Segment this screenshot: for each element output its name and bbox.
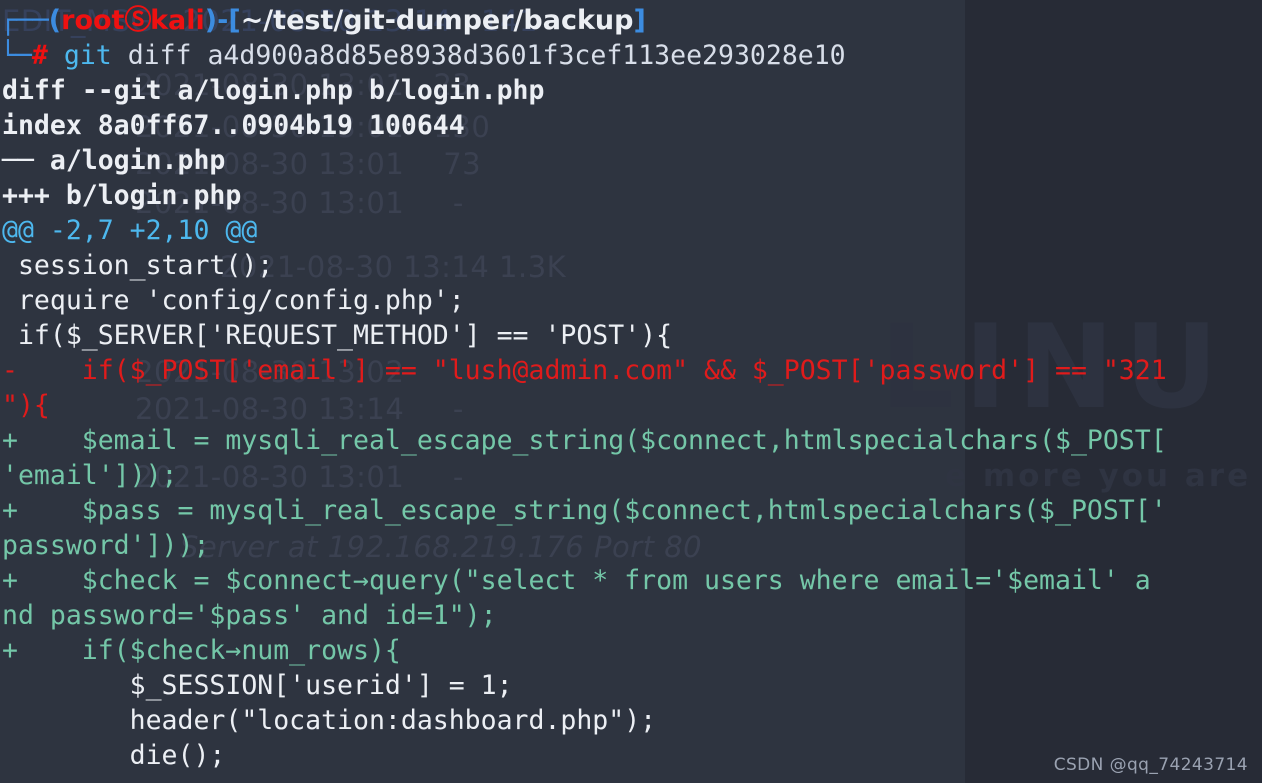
csdn-watermark: CSDN @qq_74243714 [1053, 755, 1248, 775]
shell-prompt-line: ┌──(rootⓈkali)-[~/test/git-dumper/backup… [0, 4, 1262, 38]
diff-line-added: nd password='$pass' and id=1"); [2, 600, 497, 631]
diff-line-context: if($_SERVER['REQUEST_METHOD'] == 'POST')… [2, 320, 673, 351]
command-program: git [63, 40, 112, 71]
diff-line-hunk: @@ -2,7 +2,10 @@ [2, 215, 258, 246]
prompt-host: kali [150, 5, 205, 36]
diff-line-added: password'])); [2, 530, 210, 561]
terminal-output[interactable]: ┌──(rootⓈkali)-[~/test/git-dumper/backup… [0, 0, 1262, 773]
diff-line-header: diff --git a/login.php b/login.php [2, 75, 545, 106]
terminal-window: LINU e more you are EDIT_MSG 2021-08-30 … [0, 0, 1262, 783]
diff-line-added: 'email'])); [2, 460, 178, 491]
prompt-corner-top-icon: ┌── [0, 5, 49, 36]
prompt-close-bracket: ] [633, 5, 646, 36]
diff-line-added: + $check = $connect→query("select * from… [2, 565, 1151, 596]
diff-line-header: +++ b/login.php [2, 180, 242, 211]
prompt-path: ~/test/git-dumper/backup [240, 5, 634, 36]
diff-line-added: + if($check→num_rows){ [2, 635, 401, 666]
prompt-user: root [61, 5, 125, 36]
diff-line-context: session_start(); [2, 250, 274, 281]
diff-line-removed: - if($_POST['email'] == "lush@admin.com"… [2, 355, 1167, 386]
diff-line-context: $_SESSION['userid'] = 1; [2, 670, 513, 701]
diff-line-context: header("location:dashboard.php"); [2, 705, 657, 736]
diff-line-header: index 8a0ff67..0904b19 100644 [2, 110, 465, 141]
diff-line-context: require 'config/config.php'; [2, 285, 465, 316]
command-args: diff a4d900a8d85e8938d3601f3cef113ee2930… [111, 40, 846, 71]
diff-line-header: ── a/login.php [2, 145, 226, 176]
kali-dragon-icon: Ⓢ [124, 5, 152, 36]
prompt-close-paren: ) [204, 5, 218, 36]
prompt-open-paren: ( [48, 5, 62, 36]
prompt-sigil: # [31, 40, 48, 71]
diff-line-added: + $pass = mysqli_real_escape_string($con… [2, 495, 1167, 526]
diff-line-added: + $email = mysqli_real_escape_string($co… [2, 425, 1167, 456]
diff-line-removed: "){ [2, 390, 50, 421]
prompt-dash: - [217, 5, 229, 36]
prompt-open-bracket: [ [228, 5, 241, 36]
shell-command-line[interactable]: └─# git diff a4d900a8d85e8938d3601f3cef1… [0, 38, 1262, 73]
prompt-corner-bottom-icon: └─ [0, 40, 32, 71]
